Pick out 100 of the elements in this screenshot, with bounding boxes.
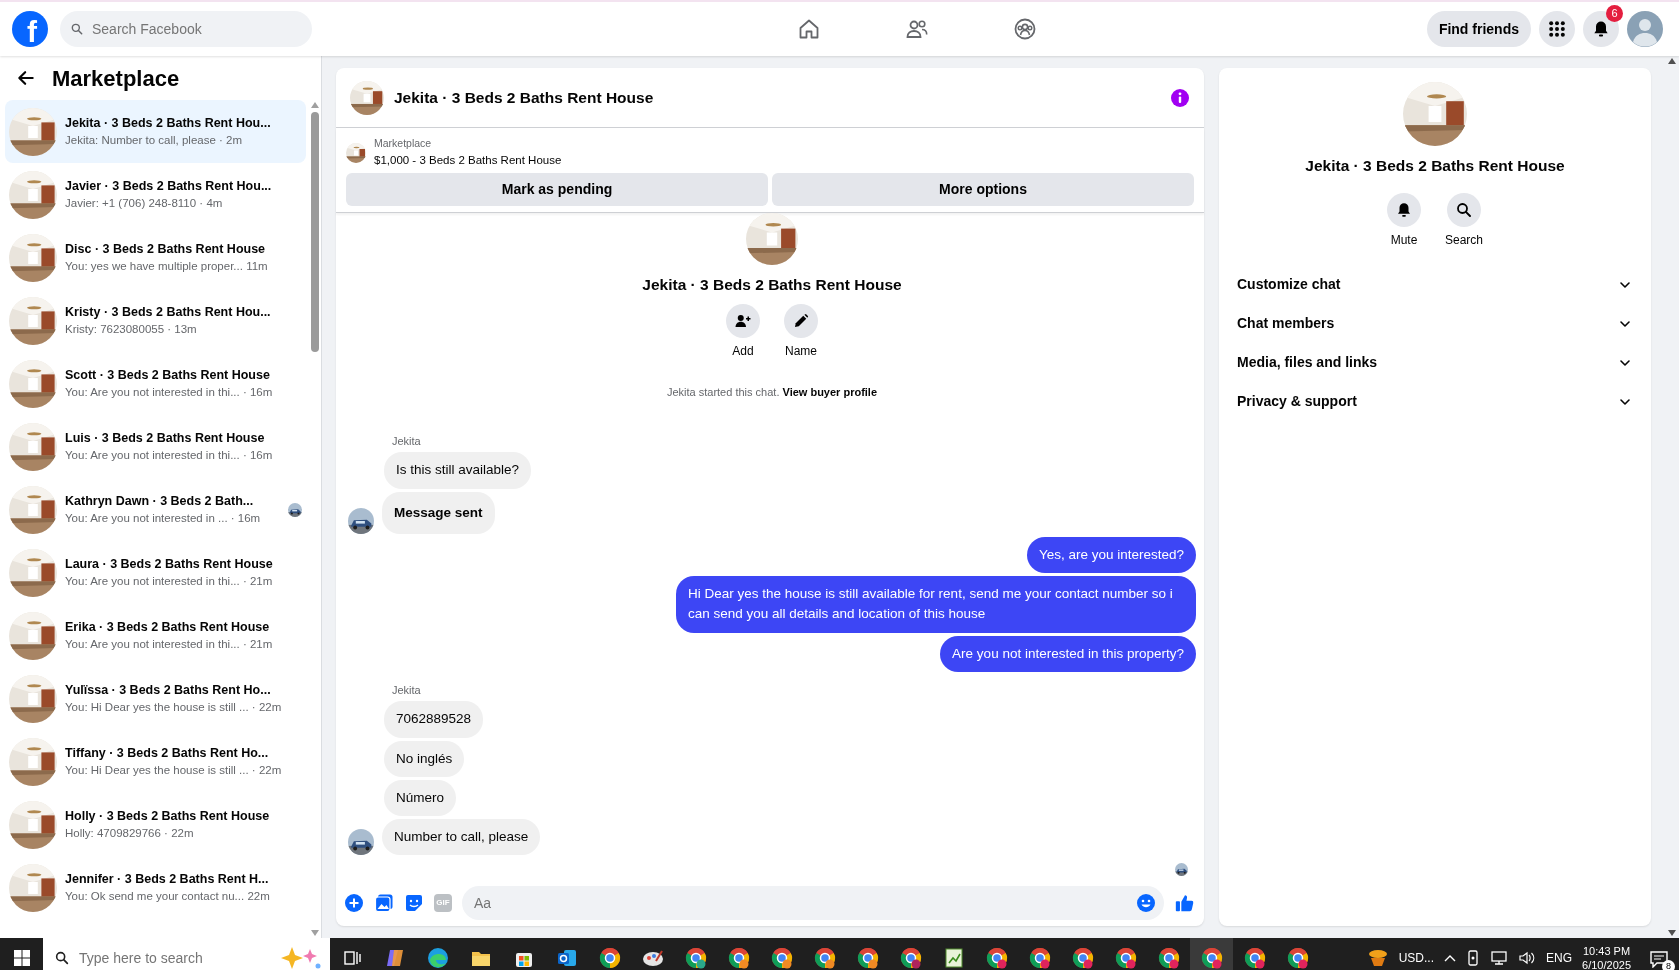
browser-icon[interactable] — [770, 947, 793, 970]
plus-icon[interactable] — [344, 893, 364, 914]
chat-list-item[interactable]: Yulïssa · 3 Beds 2 Baths Rent Ho... You: Hi Dear yes the house is still ... · 22m — [5, 667, 306, 730]
bell-icon — [1395, 201, 1413, 220]
sent-message: Are you not interested in this property? — [940, 635, 1196, 672]
page-scrollbar[interactable] — [1665, 56, 1679, 939]
chat-list-item[interactable]: Erika · 3 Beds 2 Baths Rent House You: Are you not interested in thi... · 21m — [5, 604, 306, 667]
received-message: Number to call, please — [382, 819, 541, 856]
chat-name: Jekita · 3 Beds 2 Baths Rent House — [642, 275, 902, 295]
browser-icon[interactable] — [1286, 947, 1309, 970]
language-indicator[interactable]: ENG — [1546, 949, 1573, 968]
buyer-profile-link[interactable]: View buyer profile — [782, 386, 878, 399]
device-icon[interactable] — [1466, 950, 1481, 967]
chat-preview: Jekita: Number to call, please · 2m — [65, 133, 244, 149]
chat-list-item[interactable]: Kristy · 3 Beds 2 Baths Rent Hou... Kristy: 7623080055 · 13m — [5, 289, 306, 352]
clock-date[interactable]: 6/10/2025 — [1582, 958, 1631, 970]
chat-list-item[interactable]: Holly · 3 Beds 2 Baths Rent House Holly: 4709829766 · 22m — [5, 793, 306, 856]
chat-title: Erika · 3 Beds 2 Baths Rent House — [65, 618, 271, 636]
chat-list-item[interactable]: Jekita · 3 Beds 2 Baths Rent Hou... Jekita: Number to call, please · 2m — [5, 100, 306, 163]
chat-list-item[interactable]: Luis · 3 Beds 2 Baths Rent House You: Are you not interested in thi... · 16m — [5, 415, 306, 478]
browser-icon[interactable] — [899, 947, 922, 970]
chat-title: Jennifer · 3 Beds 2 Baths Rent H... — [65, 870, 270, 888]
browser-icon[interactable] — [1157, 947, 1180, 970]
browser-icon[interactable] — [985, 947, 1008, 970]
message-field[interactable]: Aa — [462, 886, 1164, 921]
chat-list-item[interactable]: Tiffany · 3 Beds 2 Baths Rent Ho... You: Hi Dear yes the house is still ... · 22m — [5, 730, 306, 793]
browser-icon[interactable] — [856, 947, 879, 970]
scrollbar-thumb[interactable] — [311, 112, 319, 352]
browser-icon[interactable] — [813, 947, 836, 970]
sticker-icon[interactable] — [404, 893, 424, 914]
section-header[interactable]: Privacy & support — [1233, 382, 1637, 422]
chat-preview: Holly: 4709829766 · 22m — [65, 826, 195, 842]
search-field[interactable]: Search Facebook — [60, 11, 312, 47]
find-friends-button[interactable]: Find friends — [1426, 11, 1531, 47]
photo-icon[interactable] — [374, 893, 394, 914]
chat-preview: You: yes we have multiple proper... 11m — [65, 259, 269, 275]
taskbar-search-field[interactable]: Type here to search — [43, 938, 330, 970]
caret-icon[interactable] — [1444, 954, 1457, 963]
chat-preview: Kristy: 7623080055 · 13m — [65, 322, 198, 338]
edge-icon[interactable] — [426, 947, 449, 970]
sender-name: Jekita — [392, 433, 422, 449]
chat-list-item[interactable]: Laura · 3 Beds 2 Baths Rent House You: Are you not interested in thi... · 21m — [5, 541, 306, 604]
chat-list-item[interactable]: Jennifer · 3 Beds 2 Baths Rent H... You: Ok send me your contact nu... 22m — [5, 856, 306, 919]
section-header[interactable]: Chat members — [1233, 304, 1637, 344]
browser-icon[interactable] — [1243, 947, 1266, 970]
browser-icon[interactable] — [1071, 947, 1094, 970]
chat-preview: Javier: +1 (706) 248-8110 · 4m — [65, 196, 224, 212]
friends-icon[interactable] — [905, 17, 930, 41]
browser-icon[interactable] — [598, 947, 621, 970]
action-label: Name — [785, 343, 817, 361]
mute-button[interactable] — [1387, 193, 1421, 228]
chat-list-item[interactable]: Javier · 3 Beds 2 Baths Rent Hou... Javier: +1 (706) 248-8110 · 4m — [5, 163, 306, 226]
section-header[interactable]: Customize chat — [1233, 265, 1637, 305]
browser-icon[interactable] — [727, 947, 750, 970]
name-button[interactable] — [784, 304, 818, 339]
browser-icon[interactable] — [1114, 947, 1137, 970]
emoji-icon[interactable] — [1136, 893, 1156, 914]
search-icon — [70, 22, 84, 36]
currency-ticker[interactable]: USD... — [1398, 949, 1435, 968]
chat-title: Tiffany · 3 Beds 2 Baths Rent Ho... — [65, 744, 270, 762]
browser-icon[interactable] — [1028, 947, 1051, 970]
chat-title: Scott · 3 Beds 2 Baths Rent House — [65, 366, 271, 384]
received-message: 7062889528 — [384, 701, 484, 738]
chat-preview: You: Are you not interested in thi... · 16m — [65, 448, 274, 464]
received-message: Is this still available? — [384, 452, 532, 489]
logo[interactable]: f — [12, 11, 48, 47]
currency-icon[interactable] — [1366, 948, 1389, 969]
search-button[interactable] — [1447, 193, 1481, 228]
browser-icon[interactable] — [1200, 947, 1223, 970]
chat-list-item[interactable]: Disc · 3 Beds 2 Baths Rent House You: yes we have multiple proper... 11m — [5, 226, 306, 289]
chart-app-icon[interactable] — [942, 947, 965, 970]
notifications-button[interactable] — [1583, 11, 1619, 47]
chat-list-item[interactable]: Kathryn Dawn · 3 Beds 2 Bath... You: Are you not interested in ... · 16m — [5, 478, 306, 541]
groups-icon[interactable] — [1013, 17, 1038, 41]
section-label: Media, files and links — [1237, 353, 1378, 373]
action-button[interactable]: Mark as pending — [346, 173, 768, 206]
info-icon[interactable] — [1170, 87, 1190, 108]
add-button[interactable] — [726, 304, 760, 339]
chat-preview: You: Ok send me your contact nu... 22m — [65, 889, 271, 905]
windows-icon — [13, 950, 30, 967]
chat-start-note: Jekita started this chat. View buyer profile — [666, 385, 878, 401]
scroll-up-icon[interactable] — [1668, 58, 1676, 64]
notification-icon[interactable] — [1649, 949, 1669, 968]
notification-badge: 6 — [1606, 5, 1623, 22]
chat-list-item[interactable]: Scott · 3 Beds 2 Baths Rent House You: Are you not interested in thi... · 16m — [5, 352, 306, 415]
conversation-title: Jekita · 3 Beds 2 Baths Rent House — [1305, 156, 1565, 176]
network-icon[interactable] — [1490, 950, 1509, 967]
section-header[interactable]: Media, files and links — [1233, 343, 1637, 383]
avatar[interactable] — [1627, 11, 1663, 47]
listing-summary: $1,000 - 3 Beds 2 Baths Rent House — [374, 152, 562, 168]
received-message: Número — [384, 779, 456, 816]
action-button[interactable]: More options — [772, 173, 1194, 206]
menu-button[interactable] — [1539, 11, 1575, 47]
received-message: Message sent — [382, 491, 495, 534]
volume-icon[interactable] — [1518, 950, 1537, 967]
received-message: No inglés — [384, 740, 465, 777]
clock-time[interactable]: 10:43 PM — [1582, 943, 1631, 959]
back-arrow-icon[interactable] — [16, 68, 36, 88]
browser-icon[interactable] — [684, 947, 707, 970]
chat-preview: You: Hi Dear yes the house is still ... · 22m — [65, 700, 283, 716]
